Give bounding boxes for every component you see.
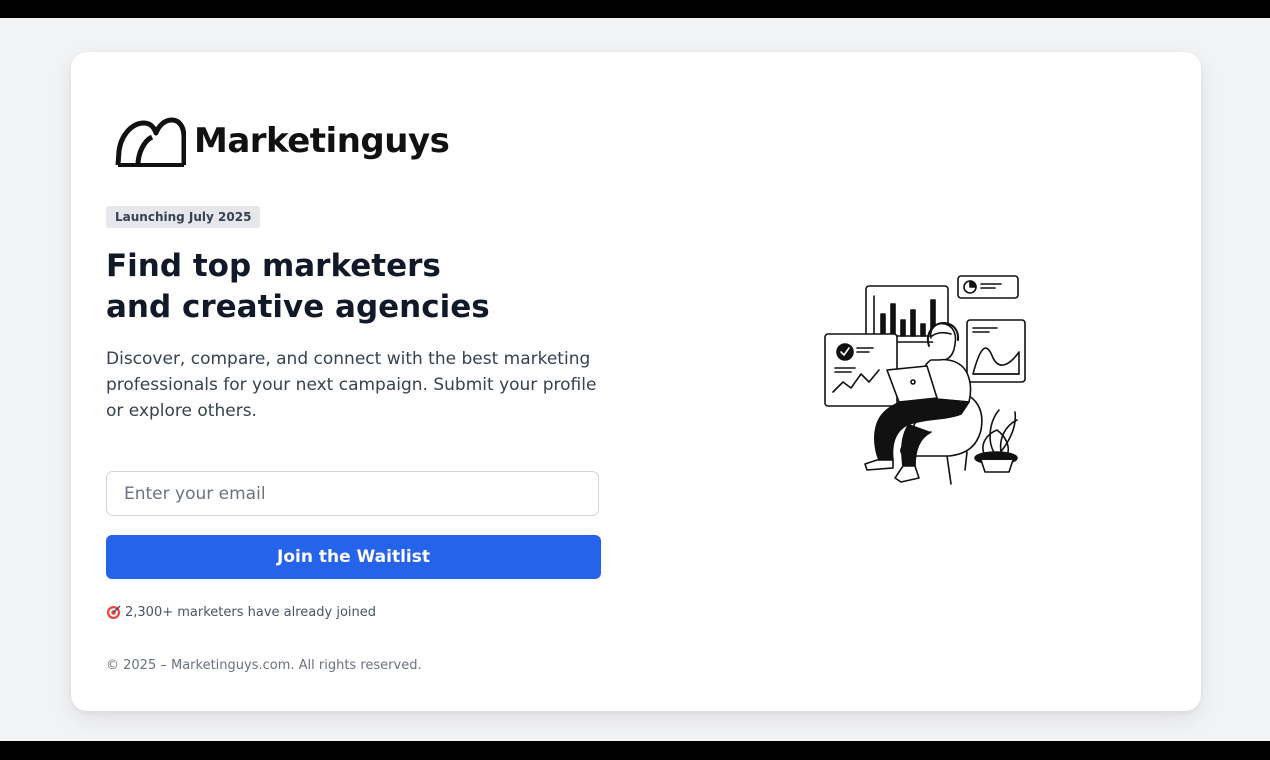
page-title: Find top marketers and creative agencies (106, 246, 586, 328)
target-icon (106, 605, 121, 620)
title-line-1: Find top marketers (106, 248, 441, 284)
page-background: Marketinguys Launching July 2025 Find to… (0, 18, 1270, 741)
social-proof: 2,300+ marketers have already joined (106, 605, 376, 620)
social-proof-text: 2,300+ marketers have already joined (125, 605, 376, 620)
waitlist-card: Marketinguys Launching July 2025 Find to… (71, 52, 1201, 711)
brand-name: Marketinguys (194, 121, 450, 161)
launch-badge: Launching July 2025 (106, 206, 261, 228)
analytics-person-illustration (824, 275, 1026, 485)
hero-description: Discover, compare, and connect with the … (106, 349, 597, 421)
content-column: Marketinguys Launching July 2025 Find to… (106, 52, 606, 711)
join-waitlist-button[interactable]: Join the Waitlist (106, 535, 601, 579)
double-arch-logo-icon (115, 117, 186, 167)
copyright-text: © 2025 – Marketinguys.com. All rights re… (106, 658, 422, 673)
logo[interactable]: Marketinguys (114, 115, 450, 167)
title-line-2: and creative agencies (106, 289, 490, 325)
email-field[interactable] (106, 471, 599, 516)
